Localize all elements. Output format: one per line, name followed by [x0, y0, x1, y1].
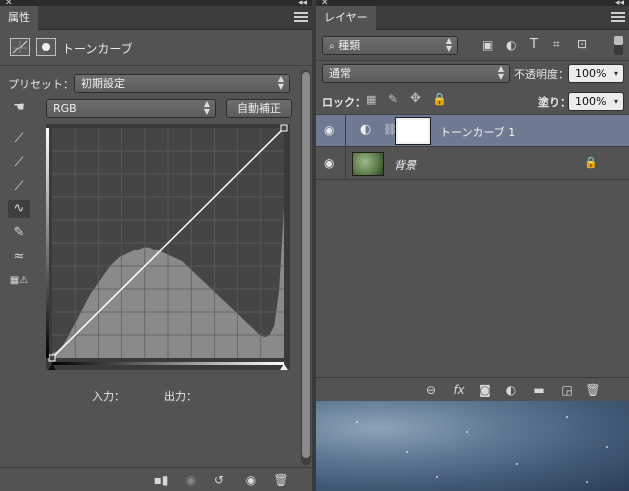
- type-filter-icon[interactable]: T: [530, 37, 538, 52]
- adjustment-layer-icon: ◐: [360, 122, 372, 137]
- fx-icon[interactable]: fx: [450, 382, 468, 398]
- layer-name[interactable]: トーンカーブ 1: [440, 124, 515, 140]
- filter-value: 種類: [338, 39, 361, 52]
- link-icon[interactable]: ⛓: [383, 123, 397, 136]
- mask-icon[interactable]: ◙: [476, 382, 494, 398]
- layers-panel: ✕ ◂◂ レイヤー ⌕ 種類 ▲ ▼ ▣ ◐ T ⌗ ⊡ 通常 ▲ ▼ 不透明度： …: [316, 0, 629, 401]
- lock-icon: 🔒: [584, 156, 598, 169]
- layer-name[interactable]: 背景: [394, 157, 416, 173]
- opacity-label: 不透明度：: [514, 68, 569, 81]
- curve-point-white[interactable]: [280, 124, 288, 132]
- fill-input[interactable]: 100% ▾: [568, 92, 624, 111]
- properties-bottom-bar: ▪▮ ◉ ↺ ◉ 🗑: [0, 467, 312, 491]
- input-label: 入力：: [92, 390, 125, 403]
- snow-particle: [356, 421, 358, 423]
- eyedropper-gray-icon[interactable]: ⟋: [8, 154, 30, 172]
- blend-mode-value: 通常: [329, 67, 351, 80]
- layer-row-curves[interactable]: ◉ ◐ ⛓ トーンカーブ 1: [316, 115, 629, 147]
- snow-particle: [466, 431, 468, 433]
- adjustment-filter-icon[interactable]: ◐: [506, 38, 516, 52]
- visibility-toggle[interactable]: ◉: [316, 148, 346, 180]
- fill-value: 100%: [575, 95, 607, 108]
- layers-tab-bar: レイヤー: [316, 6, 629, 30]
- chevron-down-icon: ▾: [613, 69, 618, 78]
- preset-select[interactable]: 初期設定 ▲ ▼: [74, 74, 290, 93]
- visibility-icon[interactable]: ◉: [242, 472, 260, 488]
- opacity-value: 100%: [575, 67, 607, 80]
- search-icon: ⌕: [329, 41, 335, 52]
- shape-filter-icon[interactable]: ⌗: [553, 37, 560, 52]
- properties-tab-bar: 属性: [0, 6, 312, 30]
- layer-filter-select[interactable]: ⌕ 種類 ▲ ▼: [322, 36, 458, 55]
- layer-thumbnail[interactable]: [352, 152, 384, 176]
- snow-particle: [606, 446, 608, 448]
- panel-menu-icon[interactable]: [294, 12, 308, 24]
- layer-mask-icon[interactable]: [36, 38, 56, 56]
- visibility-icon[interactable]: ◉: [324, 123, 334, 137]
- chevron-updown-icon: ▲ ▼: [203, 99, 210, 116]
- output-gradient-bar: [46, 128, 49, 358]
- lock-label: ロック：: [322, 96, 366, 109]
- divider: [316, 60, 629, 61]
- adjustment-icon[interactable]: ◐: [502, 382, 520, 398]
- eyedropper-white-icon[interactable]: ⟋: [8, 178, 30, 196]
- visibility-toggle[interactable]: ◉: [316, 115, 346, 147]
- channel-select[interactable]: RGB ▲ ▼: [46, 99, 216, 118]
- blend-mode-select[interactable]: 通常 ▲ ▼: [322, 64, 510, 83]
- folder-icon[interactable]: ▬: [530, 382, 548, 398]
- tab-layers[interactable]: レイヤー: [316, 6, 376, 30]
- snow-particle: [566, 416, 568, 418]
- pencil-icon[interactable]: ✎: [8, 224, 30, 242]
- trash-icon[interactable]: 🗑: [584, 382, 602, 398]
- layers-bottom-bar: ⊖ fx ◙ ◐ ▬ ◲ 🗑: [316, 377, 629, 401]
- lock-image-icon[interactable]: ✎: [388, 92, 398, 106]
- curves-graph[interactable]: [46, 124, 290, 370]
- canvas-preview: [316, 401, 629, 491]
- adjustment-title: トーンカーブ: [62, 42, 133, 56]
- clip-to-layer-icon[interactable]: ▪▮: [152, 472, 170, 488]
- lock-position-icon[interactable]: ✥: [410, 91, 421, 106]
- curve-tool-icon[interactable]: ∿: [8, 200, 30, 218]
- hand-target-icon[interactable]: ☚: [8, 99, 30, 117]
- tab-properties[interactable]: 属性: [0, 6, 38, 30]
- curves-adjust-icon[interactable]: [10, 38, 30, 56]
- snow-particle: [586, 481, 588, 483]
- link-icon[interactable]: ⊖: [422, 382, 440, 398]
- layer-row-background[interactable]: ◉ 背景 🔒: [316, 148, 629, 180]
- opacity-input[interactable]: 100% ▾: [568, 64, 624, 83]
- panel-menu-icon[interactable]: [611, 12, 625, 24]
- pixel-filter-icon[interactable]: ▣: [482, 38, 493, 52]
- layer-mask-thumbnail[interactable]: [395, 117, 431, 145]
- lock-all-icon[interactable]: 🔒: [432, 92, 447, 106]
- snow-particle: [516, 463, 518, 465]
- snow-particle: [436, 476, 438, 478]
- preset-value: 初期設定: [81, 77, 125, 90]
- chevron-down-icon: ▾: [613, 97, 618, 106]
- snow-particle: [406, 451, 408, 453]
- preset-label: プリセット：: [8, 78, 74, 91]
- channel-value: RGB: [53, 102, 77, 115]
- output-label: 出力：: [164, 390, 197, 403]
- chevron-updown-icon: ▲ ▼: [277, 74, 284, 91]
- curve-point-black[interactable]: [48, 354, 56, 362]
- chevron-updown-icon: ▲ ▼: [497, 64, 504, 81]
- reset-icon[interactable]: ↺: [210, 472, 228, 488]
- eyedropper-black-icon[interactable]: ⟋: [8, 130, 30, 148]
- visibility-icon[interactable]: ◉: [324, 156, 334, 170]
- new-layer-icon[interactable]: ◲: [558, 382, 576, 398]
- trash-icon[interactable]: 🗑: [272, 472, 290, 488]
- smart-object-filter-icon[interactable]: ⊡: [577, 37, 587, 51]
- chevron-updown-icon: ▲ ▼: [445, 36, 452, 53]
- smooth-icon[interactable]: ≈: [8, 248, 30, 266]
- filter-toggle[interactable]: [614, 36, 623, 55]
- clip-warning-icon[interactable]: ▦⚠: [8, 272, 30, 290]
- divider: [0, 65, 312, 66]
- properties-panel: ✕ ◂◂ 属性 トーンカーブ プリセット： 初期設定 ▲ ▼ ☚ RGB ▲ ▼ 自…: [0, 0, 312, 491]
- lock-transparency-icon[interactable]: ▦: [366, 93, 376, 106]
- auto-button[interactable]: 自動補正: [226, 99, 292, 118]
- input-gradient-bar: [52, 362, 284, 365]
- scrollbar-thumb[interactable]: [302, 72, 310, 458]
- fill-label: 塗り：: [538, 96, 571, 109]
- view-previous-icon[interactable]: ◉: [182, 472, 200, 488]
